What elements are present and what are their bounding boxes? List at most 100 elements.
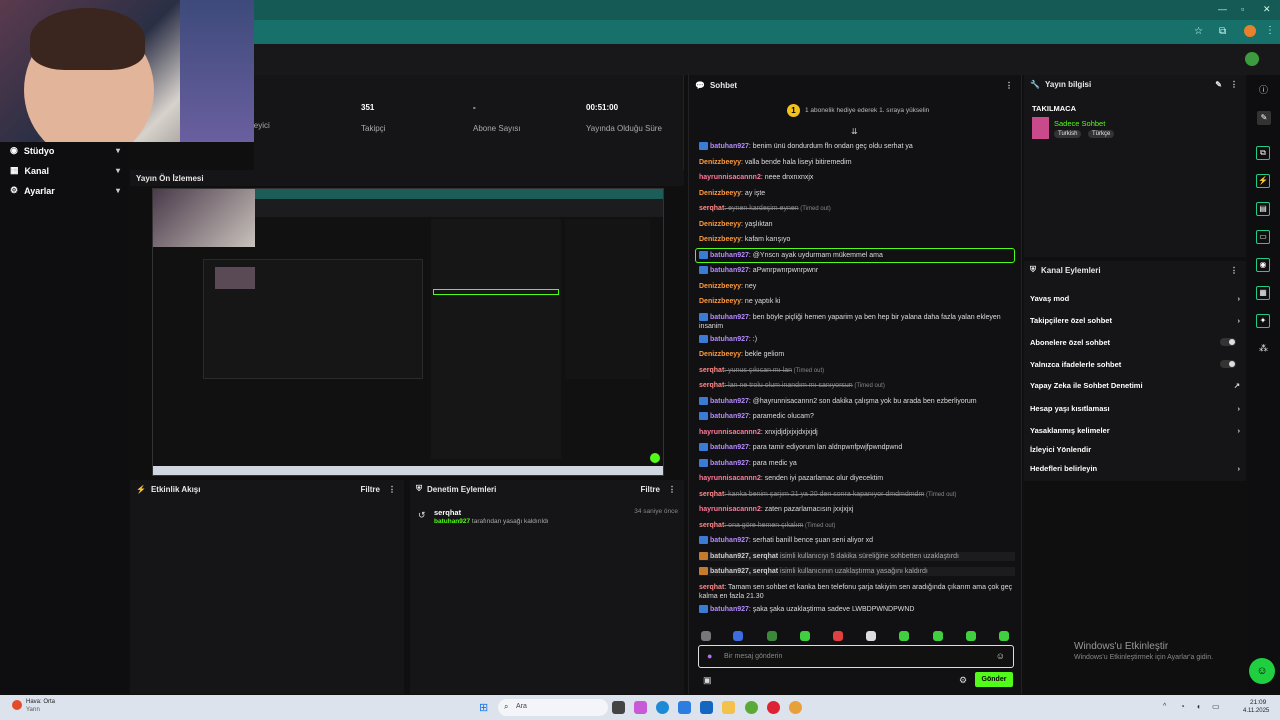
chat-username[interactable]: batuhan927 <box>710 413 749 420</box>
nav-item-channel[interactable]: ▦ Kanal ▾ <box>10 165 120 176</box>
app-icon[interactable] <box>745 701 758 714</box>
chat-message[interactable]: serqhat: eynen kardeşim eynen (Timed out… <box>699 204 1015 214</box>
profile-avatar[interactable] <box>1244 25 1256 37</box>
chat-message[interactable]: batuhan927: @hayrunnisacannn2 son dakika… <box>699 396 1015 406</box>
chat-message[interactable]: batuhan927: para medic ya <box>699 458 1015 468</box>
chat-fab-icon[interactable]: ☺ <box>1249 658 1275 684</box>
chat-username[interactable]: serqhat <box>699 491 724 498</box>
channel-action-item[interactable]: Yapay Zeka ile Sohbet Denetimi ↗ <box>1030 381 1240 390</box>
chat-username[interactable]: hayrunnisacannn2 <box>699 506 761 513</box>
chat-username[interactable]: serqhat <box>699 367 724 374</box>
extensions-icon[interactable]: ⧉ <box>1219 26 1226 37</box>
emoji-icon[interactable] <box>966 631 976 641</box>
broadcast-icon[interactable]: ◉ <box>1256 258 1270 272</box>
chat-username[interactable]: serqhat <box>699 522 724 529</box>
chat-username[interactable]: serqhat <box>699 584 724 591</box>
chat-message[interactable]: Denizzbeeyy: ney <box>699 282 1015 291</box>
chat-message[interactable]: hayrunnisacannn2: neee dnxnxnxjx <box>699 173 1015 182</box>
emoji-icon[interactable] <box>833 631 843 641</box>
emoji-icon[interactable] <box>933 631 943 641</box>
chat-message[interactable]: serqhat: ona göre hemen çıkalım (Timed o… <box>699 521 1015 531</box>
taskbar-search[interactable] <box>498 699 608 716</box>
chat-input[interactable]: ● Bir mesaj gönderin ☺ <box>698 645 1014 668</box>
chat-message[interactable]: Denizzbeeyy: yaşlıktan <box>699 220 1015 229</box>
chat-message[interactable]: serqhat: kanka benim şarjım 21 ya 20 den… <box>699 490 1015 500</box>
app-icon[interactable] <box>767 701 780 714</box>
channel-action-item[interactable]: Yalnızca ifadelerle sohbet <box>1030 360 1240 369</box>
chat-username[interactable]: hayrunnisacannn2 <box>699 174 761 181</box>
chat-username[interactable]: hayrunnisacannn2 <box>699 475 761 482</box>
toggle-switch[interactable] <box>1220 360 1236 368</box>
task-view-icon[interactable] <box>612 701 625 714</box>
chat-username[interactable]: batuhan927 <box>710 606 749 613</box>
chat-username[interactable]: Denizzbeeyy <box>699 159 741 166</box>
wrench-icon[interactable]: ✦ <box>1256 314 1270 328</box>
gear-icon[interactable]: ⚙ <box>959 675 967 686</box>
channel-action-item[interactable]: Abonelere özel sohbet <box>1030 338 1240 347</box>
chat-username[interactable]: batuhan927 <box>710 267 749 274</box>
chat-message[interactable]: Denizzbeeyy: bekle geliom <box>699 350 1015 359</box>
chat-message[interactable]: batuhan927: @Ynscn ayak uydurmam mükemme… <box>695 247 1015 263</box>
chat-message[interactable]: batuhan927: aPwnrpwnrpwnrpwnr <box>699 266 1015 275</box>
info-icon[interactable]: ⓘ <box>1259 83 1268 96</box>
battery-icon[interactable]: ▭ <box>1212 702 1220 711</box>
chat-username[interactable]: serqhat <box>699 205 724 212</box>
chat-username[interactable]: Denizzbeeyy <box>699 221 741 228</box>
more-icon[interactable]: ⋮ <box>1005 81 1013 90</box>
chat-message[interactable]: batuhan927: paramedic olucam? <box>699 412 1015 421</box>
emoji-picker-icon[interactable]: ☺ <box>996 651 1005 661</box>
chat-message[interactable]: batuhan927: :) <box>699 334 1015 344</box>
tray-chevron-icon[interactable]: ^ <box>1163 703 1166 710</box>
wifi-icon[interactable]: ◔ <box>1180 702 1185 711</box>
chat-username[interactable]: Denizzbeeyy <box>699 190 741 197</box>
nav-item-studio[interactable]: ◉ Stüdyo ▾ <box>10 145 120 156</box>
explorer-icon[interactable] <box>722 701 735 714</box>
chat-message[interactable]: batuhan927: ben böyle piçliği hemen yapa… <box>699 312 1015 331</box>
chat-message[interactable]: hayrunnisacannn2: xnxjdjdjxjxjdxjxjdj <box>699 428 1015 437</box>
chat-username[interactable]: batuhan927 <box>710 444 749 451</box>
more-icon[interactable]: ⋮ <box>668 485 676 494</box>
moderation-filter-button[interactable]: Filtre <box>640 485 660 494</box>
chat-username[interactable]: batuhan927 <box>710 143 749 150</box>
chat-username[interactable]: serqhat <box>699 382 724 389</box>
maximize-icon[interactable]: ▫ <box>1241 4 1244 14</box>
edit-icon[interactable]: ✎ <box>1215 80 1222 89</box>
edge-icon[interactable] <box>656 701 669 714</box>
gift-icon[interactable]: ▣ <box>703 675 712 686</box>
nav-item-settings[interactable]: ⚙ Ayarlar ▾ <box>10 185 120 196</box>
more-icon[interactable]: ⋮ <box>1230 266 1238 275</box>
chat-message[interactable]: Denizzbeeyy: kafam karışıyo <box>699 235 1015 244</box>
grid-icon[interactable]: ▦ <box>1256 286 1270 300</box>
emoji-icon[interactable] <box>733 631 743 641</box>
chat-username[interactable]: Denizzbeeyy <box>699 236 741 243</box>
emoji-icon[interactable] <box>701 631 711 641</box>
chat-username[interactable]: batuhan927 <box>710 314 749 321</box>
channel-action-item[interactable]: İzleyici Yönlendir <box>1030 445 1240 454</box>
share-icon[interactable]: ⁂ <box>1259 343 1268 354</box>
star-icon[interactable]: ☆ <box>1194 26 1203 37</box>
clock-time[interactable]: 21:09 <box>1250 699 1266 706</box>
chat-username[interactable]: hayrunnisacannn2 <box>699 429 761 436</box>
chat-system-message[interactable]: batuhan927, serqhat isimli kullanıcıyı 5… <box>699 551 1015 561</box>
chat-system-message[interactable]: batuhan927, serqhat isimli kullanıcının … <box>699 567 1015 576</box>
chat-message[interactable]: serqhat: Tamam sen sohbet et kanka ben t… <box>699 583 1015 601</box>
chat-username[interactable]: batuhan927 <box>710 398 749 405</box>
channel-action-item[interactable]: Yasaklanmış kelimeler › <box>1030 426 1240 435</box>
chat-username[interactable]: batuhan927, serqhat <box>710 568 778 575</box>
chat-username[interactable]: batuhan927, serqhat <box>710 553 778 560</box>
toggle-switch[interactable] <box>1220 338 1236 346</box>
chat-username[interactable]: Denizzbeeyy <box>699 298 741 305</box>
chat-username[interactable]: batuhan927 <box>710 537 749 544</box>
stream-preview[interactable] <box>152 188 664 476</box>
channel-action-item[interactable]: Yavaş mod › <box>1030 294 1240 303</box>
note-icon[interactable]: ▤ <box>1256 202 1270 216</box>
chat-username[interactable]: batuhan927 <box>710 460 749 467</box>
chat-icon[interactable]: ▭ <box>1256 230 1270 244</box>
chat-message[interactable]: batuhan927: serhati banill bence şuan se… <box>699 536 1015 545</box>
user-avatar[interactable] <box>1245 52 1259 66</box>
chat-message[interactable]: serqhat: lan ne trolu olum inandım mı sa… <box>699 381 1015 391</box>
layout-icon[interactable]: ⧉ <box>1256 146 1270 160</box>
chrome-icon[interactable] <box>789 701 802 714</box>
chat-username[interactable]: batuhan927 <box>710 336 749 343</box>
chat-message[interactable]: Denizzbeeyy: ne yaptık ki <box>699 297 1015 306</box>
